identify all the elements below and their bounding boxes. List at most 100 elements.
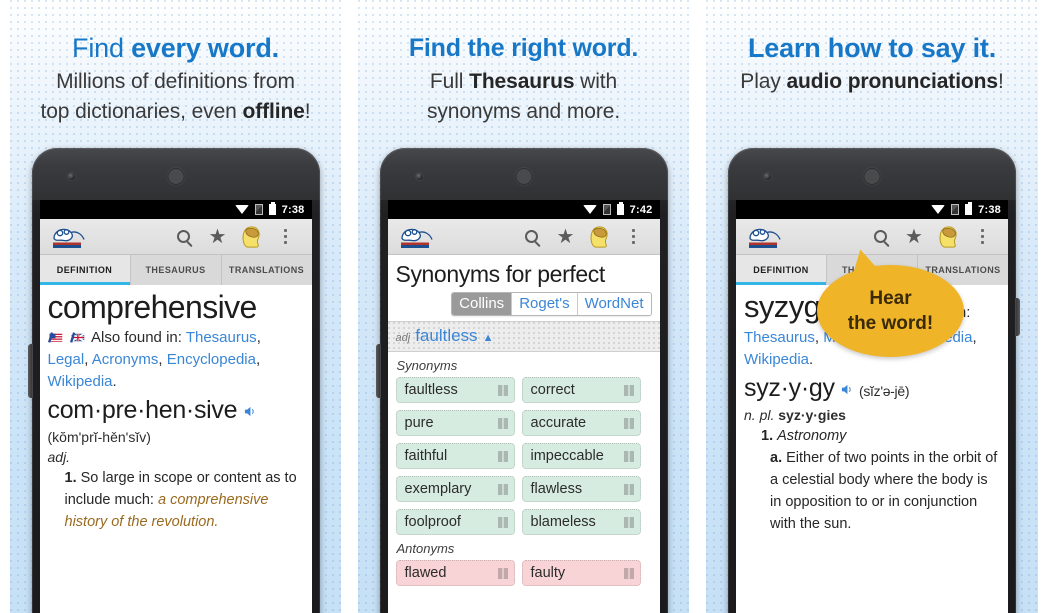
subsense-a: a. Either of two points in the orbit of … (744, 447, 1000, 535)
us-flag-icon (47, 332, 62, 343)
favorites-star-icon[interactable]: ★ (201, 227, 235, 247)
synonym-chip[interactable]: impeccable (521, 443, 641, 469)
status-bar-clock: 7:38 (281, 203, 305, 216)
promo-panel-1: Find every word. Millions of definitions… (10, 0, 341, 613)
panel-3-headline: Learn how to say it. Play audio pronunci… (706, 0, 1038, 95)
tab-translations[interactable]: TRANSLATIONS (222, 255, 312, 285)
dictionary-logo-icon[interactable] (397, 224, 443, 250)
phone-mockup-1: 7:38 ★ DEFINITION THESAURUS TRANSLATIONS… (27, 148, 320, 613)
callout-tail (849, 247, 880, 275)
synonym-chip[interactable]: flawless (521, 476, 641, 502)
also-found-link-wikipedia[interactable]: Wikipedia (48, 373, 113, 390)
search-icon[interactable] (515, 230, 549, 243)
panel-1-headline: Find every word. Millions of definitions… (10, 0, 341, 125)
wifi-icon (931, 205, 946, 214)
book-icon (623, 450, 634, 462)
android-status-bar: 7:38 (39, 200, 312, 219)
overflow-menu-icon[interactable] (965, 229, 999, 244)
audio-speaker-icon[interactable] (244, 406, 255, 417)
sense-number: 1. (64, 470, 77, 486)
subsense-number: a. (770, 450, 783, 466)
book-icon (623, 567, 634, 579)
also-found-link-thesaurus[interactable]: Thesaurus (186, 329, 257, 346)
phone-screen-bezel: 7:38 (728, 200, 1016, 613)
thesaurus-entry-header[interactable]: adj faultless ▲ (387, 321, 660, 352)
favorites-star-icon[interactable]: ★ (897, 227, 931, 247)
panel-gap-1 (341, 0, 358, 613)
panel-gap-2 (689, 0, 706, 613)
also-found-link-thesaurus[interactable]: Thesaurus (744, 329, 815, 346)
synonym-chip[interactable]: faultless (395, 377, 515, 403)
collapse-caret-icon[interactable]: ▲ (483, 332, 494, 344)
earpiece-speaker-icon (863, 168, 881, 185)
thesaurus-source-row: Collins Roget's WordNet (388, 290, 660, 321)
antonym-chip[interactable]: faulty (521, 560, 641, 586)
syllabified-headword: syz·y·gy (744, 374, 835, 402)
phone-volume-button (27, 344, 33, 398)
chip-label: exemplary (404, 481, 472, 497)
book-icon (497, 567, 508, 579)
synonym-chip[interactable]: pure (395, 410, 515, 436)
also-found-link-acronyms[interactable]: Acronyms (92, 351, 159, 368)
entry-part-of-speech: adj (395, 332, 411, 344)
pronunciation: (sĭz'ə-jē) (858, 383, 910, 399)
phone-screen-bezel: 7:42 ★ Synonyms for perfect Collins Roge… (380, 200, 668, 613)
synonym-chip[interactable]: exemplary (395, 476, 515, 502)
front-camera-icon (67, 173, 75, 180)
tab-definition[interactable]: DEFINITION (39, 255, 131, 285)
source-collins[interactable]: Collins (452, 293, 513, 315)
headline-primary-c: . (271, 33, 280, 63)
synonym-chip[interactable]: correct (521, 377, 641, 403)
search-icon[interactable] (863, 230, 897, 243)
headline-primary-3: Learn how to say it. (747, 33, 997, 63)
uk-flag-icon (69, 332, 85, 343)
tab-thesaurus[interactable]: THESAURUS (131, 255, 222, 285)
also-found-link-wikipedia[interactable]: Wikipedia (744, 351, 809, 368)
content-tabs-1: DEFINITION THESAURUS TRANSLATIONS (39, 255, 312, 285)
synonym-chip[interactable]: faithful (395, 443, 515, 469)
earpiece-speaker-icon (515, 168, 532, 185)
phone-screen-1: 7:38 ★ DEFINITION THESAURUS TRANSLATIONS… (39, 200, 312, 613)
dictionary-logo-icon[interactable] (745, 224, 791, 250)
sim-signal-icon (951, 204, 960, 215)
search-icon[interactable] (167, 230, 201, 243)
thesaurus-head-icon[interactable] (583, 225, 617, 248)
synonym-chip[interactable]: accurate (521, 410, 641, 436)
phone-top-bezel (31, 148, 320, 200)
chip-label: impeccable (530, 448, 604, 464)
tab-definition[interactable]: DEFINITION (736, 255, 827, 285)
synonym-chip[interactable]: blameless (521, 509, 641, 535)
phone-top-bezel (379, 148, 668, 200)
headline-secondary-2-a: Full (429, 70, 470, 93)
plural-word: syz·y·gies (778, 407, 846, 423)
favorites-star-icon[interactable]: ★ (549, 227, 583, 247)
phone-power-button (1015, 298, 1020, 336)
audio-speaker-icon[interactable] (841, 384, 852, 395)
source-wordnet[interactable]: WordNet (577, 293, 651, 315)
thesaurus-head-icon[interactable] (235, 225, 269, 248)
synonym-chip[interactable]: foolproof (395, 509, 515, 535)
source-rogets[interactable]: Roget's (512, 293, 578, 315)
part-of-speech: adj. (47, 449, 71, 465)
phone-screen-2: 7:42 ★ Synonyms for perfect Collins Roge… (387, 200, 660, 613)
chip-label: pure (404, 415, 434, 431)
sense-1: 1. So large in scope or content as to in… (48, 467, 304, 533)
book-icon (623, 384, 634, 396)
headline-secondary-a: top dictionaries, even (40, 100, 243, 123)
callout-line-1: Hear (869, 288, 912, 309)
also-found-link-encyclopedia[interactable]: Encyclopedia (167, 351, 256, 368)
headline-secondary-3-a: Play (740, 70, 787, 93)
headline-primary-b: every word (131, 33, 272, 63)
headline-primary-a: Find (72, 33, 132, 63)
overflow-menu-icon[interactable] (269, 229, 303, 244)
headline-secondary-line1: Millions of definitions from (56, 70, 295, 93)
dictionary-logo-icon[interactable] (49, 224, 95, 250)
also-found-link-legal[interactable]: Legal (48, 351, 85, 368)
antonym-chip[interactable]: flawed (395, 560, 515, 586)
overflow-menu-icon[interactable] (617, 229, 651, 244)
battery-icon (616, 202, 624, 215)
book-icon (497, 384, 508, 396)
headline-secondary-c: ! (304, 100, 311, 123)
thesaurus-head-icon[interactable] (931, 225, 965, 248)
entry-word[interactable]: faultless (415, 326, 477, 346)
